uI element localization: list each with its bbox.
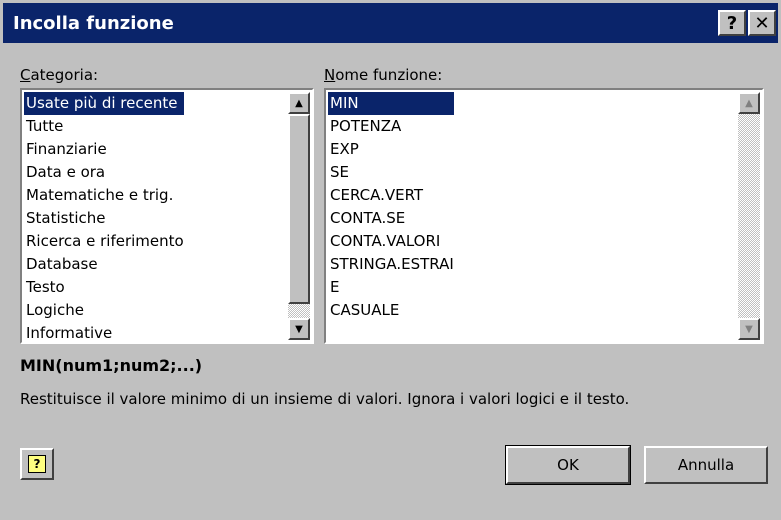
title-bar[interactable]: Incolla funzione ? ✕ bbox=[3, 3, 778, 43]
function-list-item[interactable]: STRINGA.ESTRAI bbox=[328, 253, 454, 276]
category-list-item[interactable]: Tutte bbox=[24, 115, 184, 138]
function-label-text: ome funzione: bbox=[335, 66, 443, 84]
arrow-up-icon: ▲ bbox=[745, 97, 753, 109]
function-syntax: MIN(num1;num2;...) bbox=[20, 356, 203, 375]
scroll-thumb[interactable] bbox=[288, 114, 310, 304]
close-icon: ✕ bbox=[754, 12, 770, 34]
scroll-up-button: ▲ bbox=[738, 92, 760, 114]
function-scrollbar[interactable]: ▲ ▼ bbox=[738, 92, 760, 340]
category-list-item[interactable]: Informative bbox=[24, 322, 184, 342]
context-help-button[interactable]: ? bbox=[718, 10, 746, 36]
close-button[interactable]: ✕ bbox=[748, 10, 776, 36]
function-label-accelerator: N bbox=[324, 66, 336, 84]
category-list-item[interactable]: Logiche bbox=[24, 299, 184, 322]
category-list-item[interactable]: Matematiche e trig. bbox=[24, 184, 184, 207]
category-label-accelerator: C bbox=[20, 66, 31, 84]
scroll-down-button: ▼ bbox=[738, 318, 760, 340]
function-list-item[interactable]: E bbox=[328, 276, 454, 299]
window-title: Incolla funzione bbox=[13, 12, 174, 34]
category-list-item[interactable]: Statistiche bbox=[24, 207, 184, 230]
category-list-item[interactable]: Testo bbox=[24, 276, 184, 299]
function-list-item[interactable]: CASUALE bbox=[328, 299, 454, 322]
scroll-down-button[interactable]: ▼ bbox=[288, 318, 310, 340]
category-list-item[interactable]: Data e ora bbox=[24, 161, 184, 184]
arrow-down-icon: ▼ bbox=[745, 323, 753, 335]
category-label: Categoria: bbox=[20, 66, 98, 84]
question-mark-icon: ? bbox=[726, 12, 738, 34]
function-list-item[interactable]: MIN bbox=[328, 92, 454, 115]
category-list: Usate più di recente Tutte Finanziarie Data… bbox=[24, 92, 184, 342]
function-listbox[interactable]: MIN POTENZA EXP SE CERCA.VERT CONTA.SE CONTA.V… bbox=[324, 88, 764, 344]
function-list-item[interactable]: EXP bbox=[328, 138, 454, 161]
incolla-funzione-dialog: Incolla funzione ? ✕ Categoria: Nome fun… bbox=[0, 0, 781, 520]
category-list-item[interactable]: Ricerca e riferimento bbox=[24, 230, 184, 253]
office-assistant-help-button[interactable]: ? bbox=[20, 448, 54, 480]
function-list: MIN POTENZA EXP SE CERCA.VERT CONTA.SE CONTA.V… bbox=[328, 92, 454, 322]
category-label-text: ategoria: bbox=[30, 66, 99, 84]
arrow-up-icon: ▲ bbox=[295, 97, 303, 109]
function-name-label: Nome funzione: bbox=[324, 66, 442, 84]
function-list-item[interactable]: CONTA.VALORI bbox=[328, 230, 454, 253]
function-list-item[interactable]: CERCA.VERT bbox=[328, 184, 454, 207]
ok-button[interactable]: OK bbox=[505, 445, 631, 485]
function-list-item[interactable]: CONTA.SE bbox=[328, 207, 454, 230]
arrow-down-icon: ▼ bbox=[295, 323, 303, 335]
category-list-item[interactable]: Usate più di recente bbox=[24, 92, 184, 115]
scroll-up-button[interactable]: ▲ bbox=[288, 92, 310, 114]
cancel-button[interactable]: Annulla bbox=[644, 446, 768, 484]
category-scrollbar[interactable]: ▲ ▼ bbox=[288, 92, 310, 340]
category-list-item[interactable]: Finanziarie bbox=[24, 138, 184, 161]
category-list-item[interactable]: Database bbox=[24, 253, 184, 276]
function-description: Restituisce il valore minimo di un insie… bbox=[20, 390, 630, 408]
help-icon: ? bbox=[28, 455, 46, 473]
category-listbox[interactable]: Usate più di recente Tutte Finanziarie Data… bbox=[20, 88, 314, 344]
function-list-item[interactable]: POTENZA bbox=[328, 115, 454, 138]
function-list-item[interactable]: SE bbox=[328, 161, 454, 184]
